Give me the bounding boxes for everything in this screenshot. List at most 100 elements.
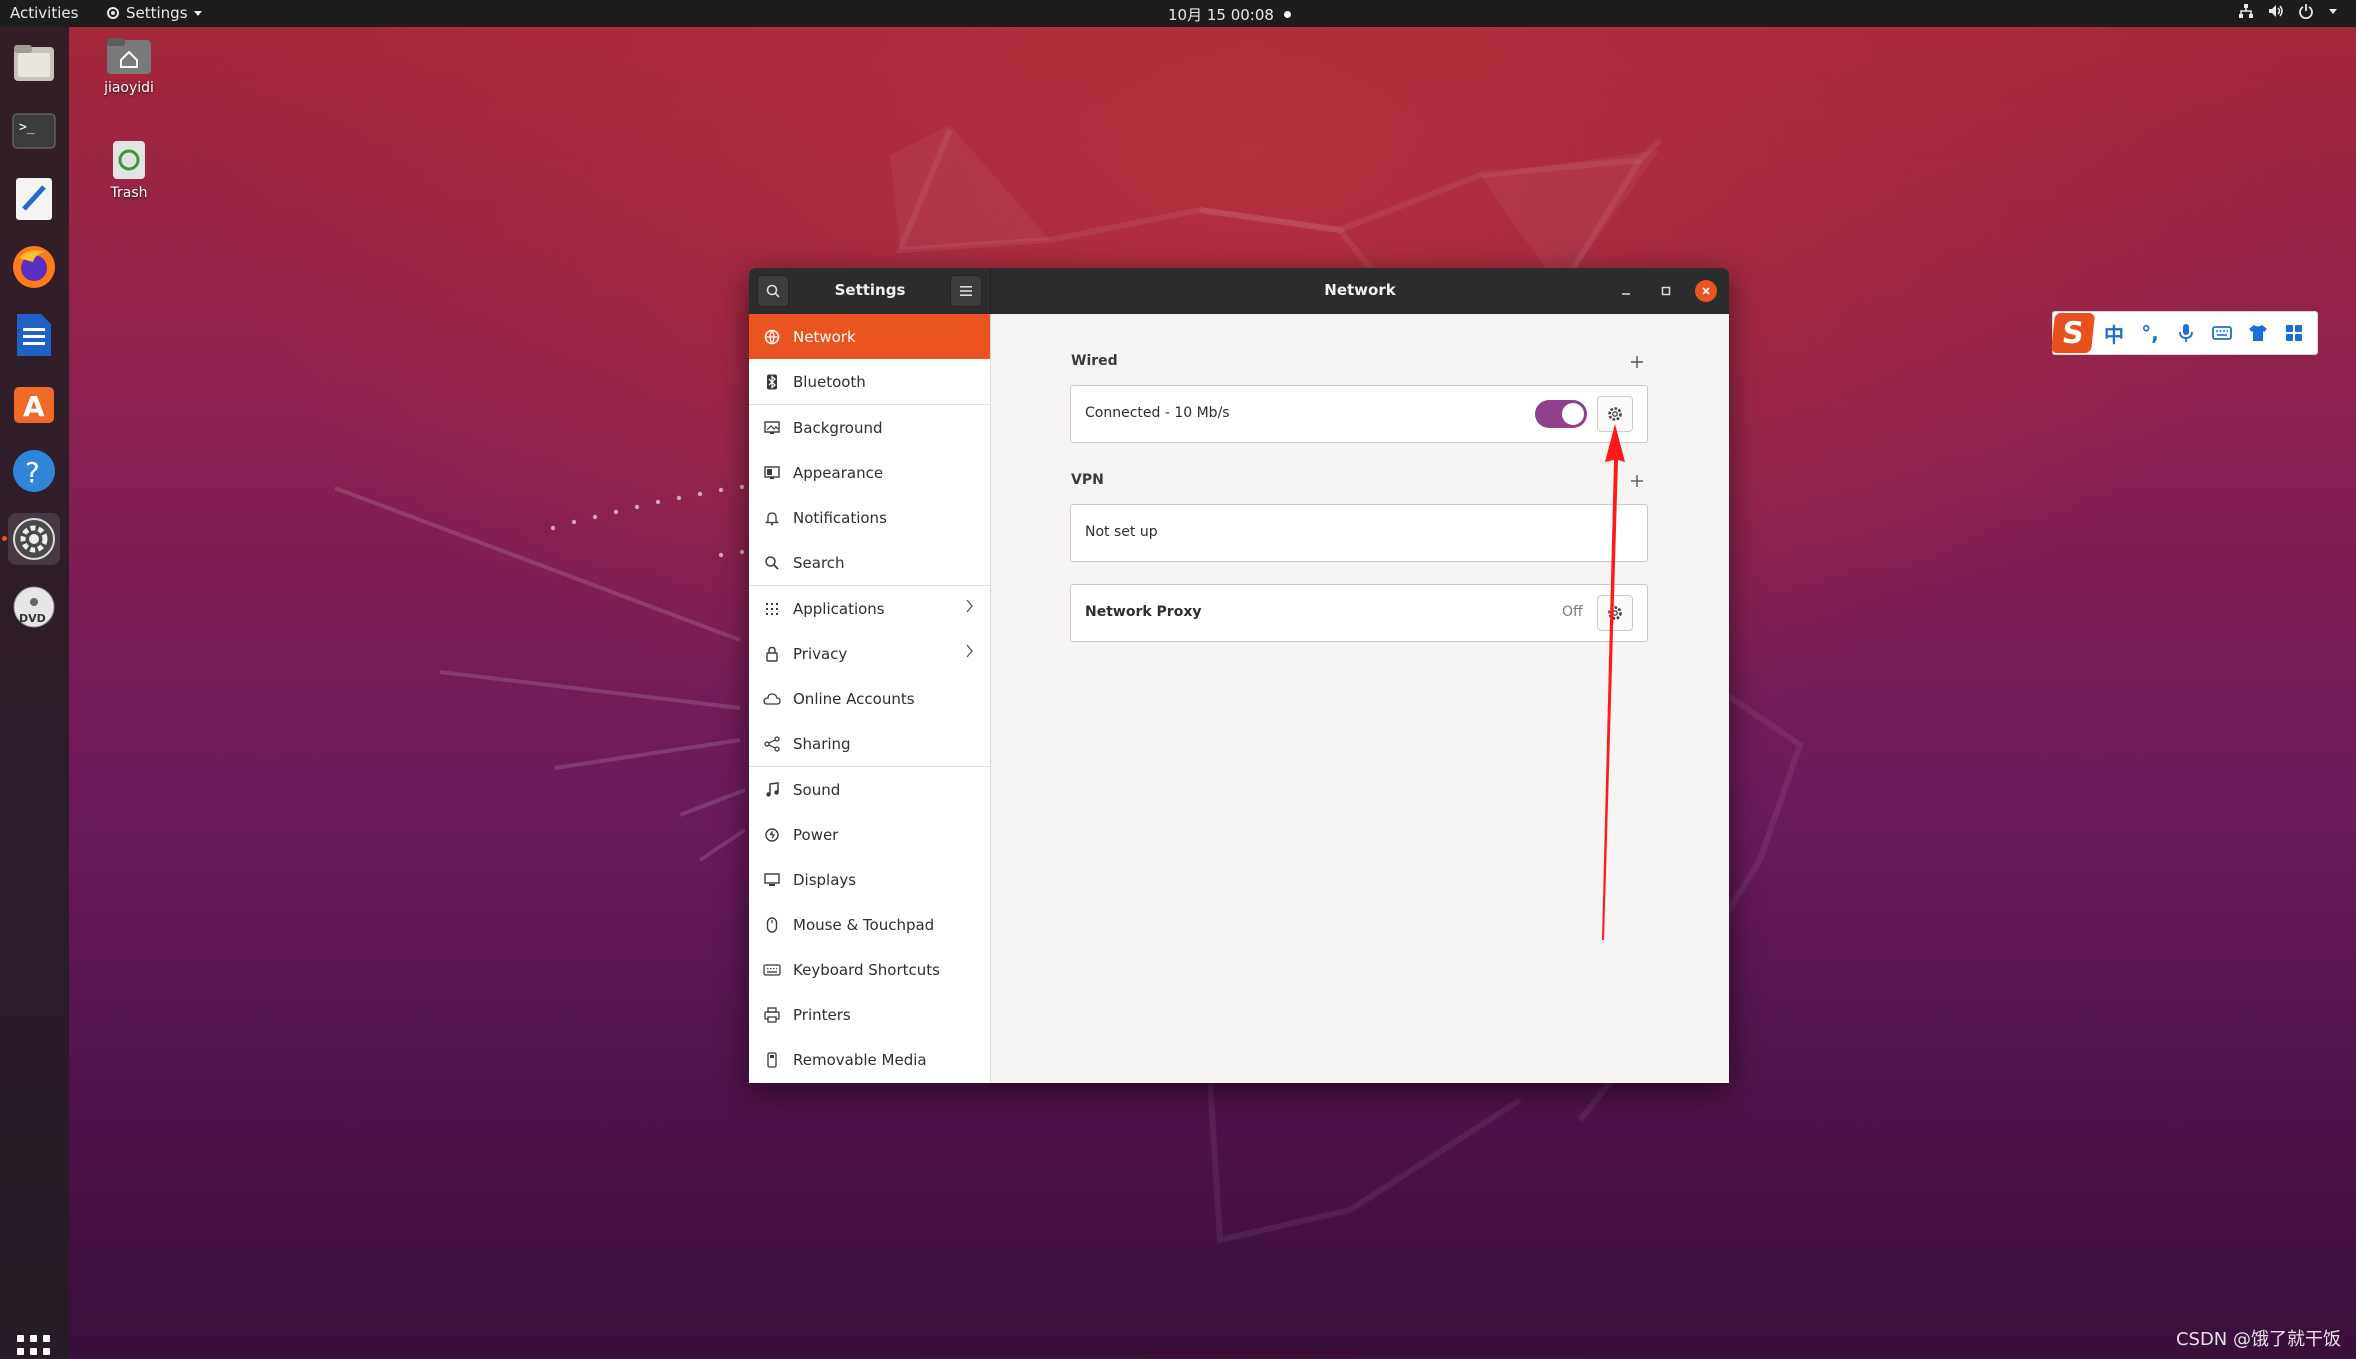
toggle-knob [1562,403,1584,425]
terminal-app-icon[interactable]: >_ [8,105,60,157]
sidebar-item-displays[interactable]: Displays [749,857,990,902]
show-applications-icon[interactable] [17,1335,51,1359]
sidebar-item-notifications[interactable]: Notifications [749,495,990,540]
software-center-app-icon[interactable]: A [8,377,60,429]
help-app-icon[interactable]: ? [8,445,60,497]
settings-app-icon[interactable] [8,513,60,565]
lock-icon [763,645,781,663]
network-proxy-row[interactable]: Network Proxy Off [1070,584,1648,642]
hamburger-menu-icon [960,286,972,296]
settings-sidebar: Network Bluetooth Background Appearance [749,314,991,1083]
dock: >_ A ? DVD [0,27,69,1359]
home-folder-icon [107,38,151,74]
sidebar-item-label: Appearance [793,463,884,482]
minimize-button[interactable] [1615,280,1637,302]
search-icon [763,554,781,572]
sidebar-item-label: Applications [793,599,885,618]
keyboard-icon[interactable] [2207,318,2237,348]
network-icon [763,328,781,346]
power-icon [2299,4,2313,19]
input-method-toolbar[interactable]: S 中 °, [2050,311,2318,355]
vpn-row: Not set up [1070,504,1648,562]
sidebar-item-label: Displays [793,870,857,889]
sogou-logo-icon: S [2050,313,2096,353]
microphone-icon[interactable] [2171,318,2201,348]
app-menu-label: Settings [126,4,188,22]
sidebar-item-privacy[interactable]: Privacy [749,631,990,676]
bell-icon [763,509,781,527]
app-menu[interactable]: Settings [105,4,203,22]
window-titlebar[interactable]: Settings Network [749,268,1729,314]
caret-down-icon [2329,9,2337,14]
wired-toggle-switch[interactable] [1535,400,1587,428]
sidebar-item-label: Online Accounts [793,689,915,708]
cloud-icon [763,690,781,708]
sidebar-item-online-accounts[interactable]: Online Accounts [749,676,990,721]
wired-section-title: Wired [1071,353,1118,369]
add-vpn-icon[interactable] [1627,471,1647,491]
sidebar-item-label: Power [793,825,839,844]
toolbox-grid-icon[interactable] [2279,318,2309,348]
sidebar-item-label: Privacy [793,644,848,663]
svg-text:?: ? [25,456,40,489]
sidebar-item-label: Mouse & Touchpad [793,915,935,934]
skin-shirt-icon[interactable] [2243,318,2273,348]
background-icon [763,419,781,437]
trash-desktop-icon[interactable]: Trash [79,137,179,201]
keyboard-icon [763,961,781,979]
sidebar-item-appearance[interactable]: Appearance [749,450,990,495]
sidebar-item-bluetooth[interactable]: Bluetooth [749,359,990,404]
sidebar-item-network[interactable]: Network [749,314,990,359]
bluetooth-icon [763,373,781,391]
network-proxy-label: Network Proxy [1085,604,1202,620]
printer-icon [763,1006,781,1024]
sidebar-item-sharing[interactable]: Sharing [749,721,990,766]
close-button[interactable] [1695,280,1717,302]
chinese-mode-icon[interactable]: 中 [2099,318,2129,348]
sidebar-item-label: Printers [793,1005,851,1024]
sidebar-item-keyboard-shortcuts[interactable]: Keyboard Shortcuts [749,947,990,992]
vpn-section-title: VPN [1071,472,1104,488]
hamburger-menu-button[interactable] [950,275,982,307]
sidebar-header: Settings [749,268,991,314]
sidebar-item-mouse-touchpad[interactable]: Mouse & Touchpad [749,902,990,947]
files-app-icon[interactable] [8,37,60,89]
wired-connection-row[interactable]: Connected - 10 Mb/s [1070,385,1648,443]
network-proxy-status: Off [1562,604,1583,620]
maximize-button[interactable] [1655,280,1677,302]
sidebar-item-background[interactable]: Background [749,405,990,450]
svg-text:A: A [23,390,45,423]
sidebar-item-search[interactable]: Search [749,540,990,585]
active-app-indicator [2,536,7,541]
firefox-app-icon[interactable] [8,241,60,293]
sidebar-item-applications[interactable]: Applications [749,586,990,631]
volume-icon [2269,5,2283,17]
sidebar-item-label: Bluetooth [793,372,866,391]
watermark-text: CSDN @饿了就干饭 [2175,1329,2341,1350]
home-folder-desktop-icon[interactable]: jiaoyidi [79,36,179,96]
sidebar-item-sound[interactable]: Sound [749,767,990,812]
music-note-icon [763,781,781,799]
mouse-icon [763,916,781,934]
clock[interactable]: 10月 15 00:08 [1168,4,1291,25]
sidebar-item-label: Notifications [793,508,887,527]
sidebar-item-label: Background [793,418,883,437]
dvd-drive-icon[interactable]: DVD [8,581,60,633]
trash-icon [113,141,145,179]
sidebar-item-printers[interactable]: Printers [749,992,990,1037]
sidebar-item-removable-media[interactable]: Removable Media [749,1037,990,1082]
home-folder-label: jiaoyidi [104,80,154,96]
sidebar-item-power[interactable]: Power [749,812,990,857]
grid-icon [763,600,781,618]
text-editor-app-icon[interactable] [8,173,60,225]
sidebar-item-label: Keyboard Shortcuts [793,960,940,979]
system-tray[interactable] [2238,3,2338,19]
sidebar-item-label: Network [793,327,856,346]
annotation-arrow [1602,424,1625,940]
libreoffice-writer-app-icon[interactable] [8,309,60,361]
add-wired-connection-icon[interactable] [1627,352,1647,372]
clock-text: 10月 15 00:08 [1168,6,1274,24]
punctuation-icon[interactable]: °, [2135,318,2165,348]
chevron-right-icon [966,644,973,658]
activities-button[interactable]: Activities [10,4,78,22]
